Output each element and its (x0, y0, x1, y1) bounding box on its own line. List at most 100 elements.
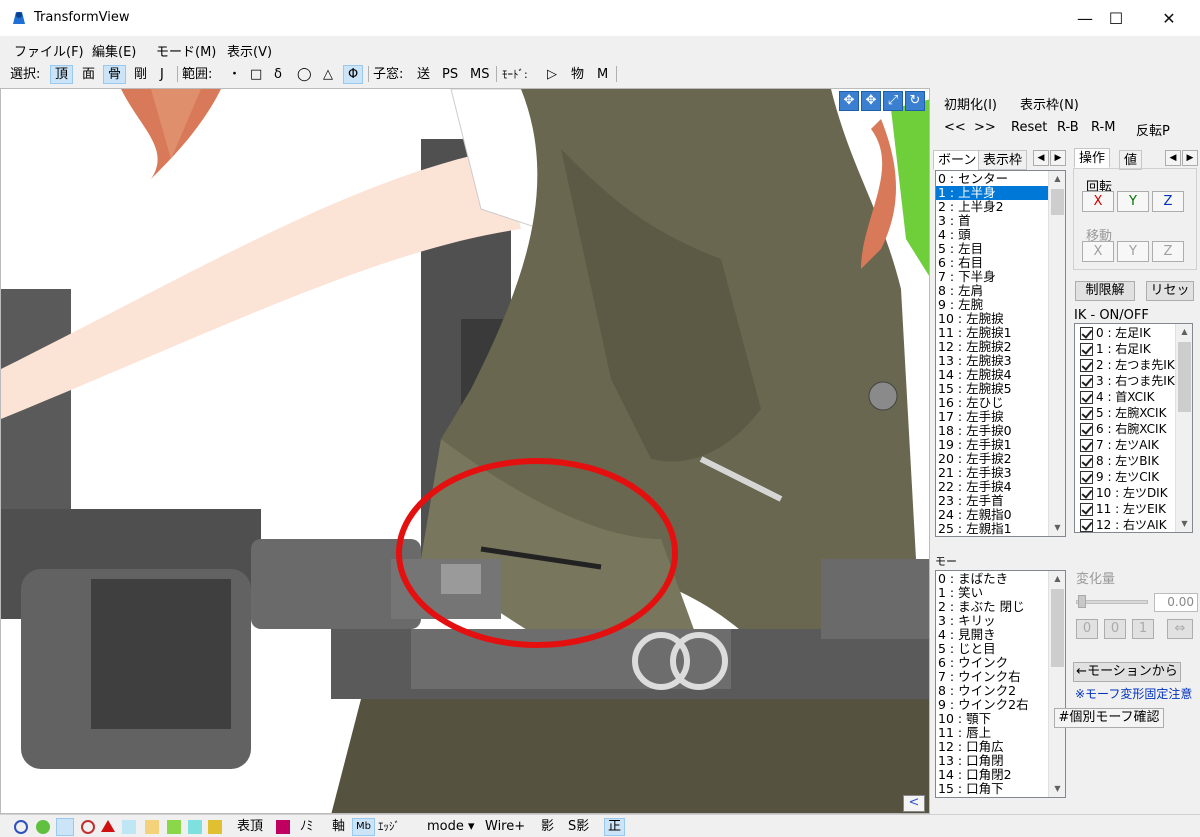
rb-button[interactable]: R-B (1057, 120, 1079, 135)
unlock-limit-button[interactable]: 制限解 (1075, 281, 1135, 301)
bone-list-item[interactable]: 12 : 左腕捩2 (936, 340, 1065, 354)
rotate-y-button[interactable]: Y (1117, 191, 1149, 212)
bone-list-item[interactable]: 18 : 左手捩0 (936, 424, 1065, 438)
bone-list-item[interactable]: 4 : 頭 (936, 228, 1065, 242)
morph-list-item[interactable]: 3 : キリッ (936, 614, 1065, 628)
init-button[interactable]: 初期化(I) (944, 94, 997, 113)
menu-edit[interactable]: 編集(E) (92, 41, 136, 60)
status-axis[interactable]: 軸 (329, 818, 348, 836)
range-phi-button[interactable]: Φ (343, 65, 364, 84)
morph-list-item[interactable]: 8 : ウインク2 (936, 684, 1065, 698)
menu-mode[interactable]: モード(M) (156, 41, 216, 60)
from-motion-button[interactable]: ←モーションから (1073, 662, 1181, 682)
bone-list-scrollbar[interactable]: ▲ ▼ (1048, 171, 1065, 536)
ik-checkbox[interactable] (1080, 390, 1093, 404)
bone-list-item[interactable]: 19 : 左手捩1 (936, 438, 1065, 452)
morph-one-button[interactable]: 1 (1132, 619, 1154, 639)
morph-list-item[interactable]: 6 : ウインク (936, 656, 1065, 670)
bone-list-item[interactable]: 16 : 左ひじ (936, 396, 1065, 410)
morph-list-item[interactable]: 9 : ウインク2右 (936, 698, 1065, 712)
bone-list-item[interactable]: 6 : 右目 (936, 256, 1065, 270)
morph-list-item[interactable]: 14 : 口角閉2 (936, 768, 1065, 782)
morph-list-item[interactable]: 5 : じと目 (936, 642, 1065, 656)
ik-checkbox[interactable] (1080, 486, 1093, 500)
move-view-icon[interactable]: ✥ (839, 91, 859, 111)
pan-view-icon[interactable]: ✥ (861, 91, 881, 111)
bone-list-item[interactable]: 3 : 首 (936, 214, 1065, 228)
next-button[interactable]: >> (974, 120, 996, 135)
bone-list[interactable]: 0 : センター 1 : 上半身 2 : 上半身2 3 : 首4 : 頭5 : 左目 6… (935, 170, 1066, 537)
bone-list-item[interactable]: 7 : 下半身 (936, 270, 1065, 284)
select-joint-button[interactable]: J (156, 65, 168, 84)
tab-bone[interactable]: ボーン (933, 150, 982, 170)
ik-checkbox[interactable] (1080, 406, 1093, 420)
triangle-display-icon[interactable] (101, 820, 115, 832)
select-rigid-button[interactable]: 剛 (130, 65, 151, 84)
status-mb[interactable]: Mb (352, 818, 375, 836)
reset-limit-button[interactable]: リセッ (1146, 281, 1194, 301)
ik-checkbox[interactable] (1080, 470, 1093, 484)
tab-display-frame[interactable]: 表示枠 (978, 150, 1028, 170)
bone-list-item[interactable]: 0 : センター (936, 172, 1065, 186)
ik-checkbox[interactable] (1080, 342, 1093, 356)
bone-list-item[interactable]: 23 : 左手首 (936, 494, 1065, 508)
move-y-button[interactable]: Y (1117, 241, 1149, 262)
mode-m-button[interactable]: M (593, 65, 612, 84)
status-self-shadow[interactable]: S影 (565, 818, 592, 836)
tab-value[interactable]: 値 (1119, 150, 1143, 170)
rm-button[interactable]: R-M (1091, 120, 1115, 135)
rigid-display-icon[interactable] (188, 820, 202, 834)
bone-list-item[interactable]: 15 : 左腕捩5 (936, 382, 1065, 396)
bone-list-item[interactable]: 24 : 左親指0 (936, 508, 1065, 522)
tab-scroll-right-icon[interactable]: ▶ (1050, 150, 1066, 166)
status-front-vertex[interactable]: 表頂 (234, 818, 266, 836)
move-x-button[interactable]: X (1082, 241, 1114, 262)
child-ms-button[interactable]: MS (466, 65, 493, 84)
red-circle-display-icon[interactable] (81, 820, 95, 834)
change-slider[interactable] (1076, 600, 1148, 604)
range-rect-button[interactable]: □ (246, 65, 266, 84)
status-nomi[interactable]: ﾉﾐ (297, 818, 316, 836)
collapse-panel-button[interactable]: < (903, 795, 925, 812)
ik-checkbox[interactable] (1080, 374, 1093, 388)
menu-file[interactable]: ファイル(F) (14, 41, 84, 60)
bone-list-item[interactable]: 5 : 左目 (936, 242, 1065, 256)
bone-list-item[interactable]: 20 : 左手捩2 (936, 452, 1065, 466)
select-face-button[interactable]: 面 (78, 65, 99, 84)
bone-display-icon[interactable] (167, 820, 181, 834)
morph-zero-button[interactable]: 0 (1076, 619, 1098, 639)
bone-list-item[interactable]: 21 : 左手捩3 (936, 466, 1065, 480)
morph-list-scrollbar[interactable]: ▲ ▼ (1048, 571, 1065, 797)
zoom-view-icon[interactable]: ⤢ (883, 91, 903, 111)
bone-list-item[interactable]: 14 : 左腕捩4 (936, 368, 1065, 382)
morph-list-item[interactable]: 2 : まぶた 閉じ (936, 600, 1065, 614)
green-display-icon[interactable] (36, 820, 50, 834)
ik-list[interactable]: 0 : 左足IK 1 : 右足IK 2 : 左つま先IK 3 : 右つま先IK 4 : … (1074, 323, 1193, 533)
select-vertex-button[interactable]: 頂 (50, 65, 74, 84)
ik-checkbox[interactable] (1080, 502, 1093, 516)
bone-list-item[interactable]: 1 : 上半身 (936, 186, 1065, 200)
morph-list-item[interactable]: 15 : 口角下 (936, 782, 1065, 796)
status-ortho[interactable]: 正 (604, 818, 626, 836)
tab2-scroll-right-icon[interactable]: ▶ (1182, 150, 1198, 166)
wire-display-icon[interactable] (122, 820, 136, 834)
display-frame-button[interactable]: 表示枠(N) (1020, 94, 1079, 113)
joint-display-icon[interactable] (208, 820, 222, 834)
status-wire-plus[interactable]: Wire+ (482, 818, 528, 836)
ik-list-scrollbar[interactable]: ▲ ▼ (1175, 324, 1192, 532)
move-z-button[interactable]: Z (1152, 241, 1184, 262)
maximize-button[interactable]: ☐ (1093, 0, 1139, 36)
3d-viewport[interactable]: ✥ ✥ ⤢ ↻ < (0, 88, 930, 814)
reset-button[interactable]: Reset (1011, 120, 1047, 135)
ik-checkbox[interactable] (1080, 358, 1093, 372)
range-point-button[interactable]: ・ (224, 65, 245, 84)
morph-swap-button[interactable]: ⇔ (1167, 619, 1193, 639)
prev-button[interactable]: << (944, 120, 966, 135)
morph-list-item[interactable]: 1 : 笑い (936, 586, 1065, 600)
mode-play-button[interactable]: ▷ (543, 65, 561, 84)
morph-list-item[interactable]: 7 : ウインク右 (936, 670, 1065, 684)
morph-zero2-button[interactable]: 0 (1104, 619, 1126, 639)
menu-view[interactable]: 表示(V) (227, 41, 272, 60)
rotate-x-button[interactable]: X (1082, 191, 1114, 212)
ik-checkbox[interactable] (1080, 422, 1093, 436)
